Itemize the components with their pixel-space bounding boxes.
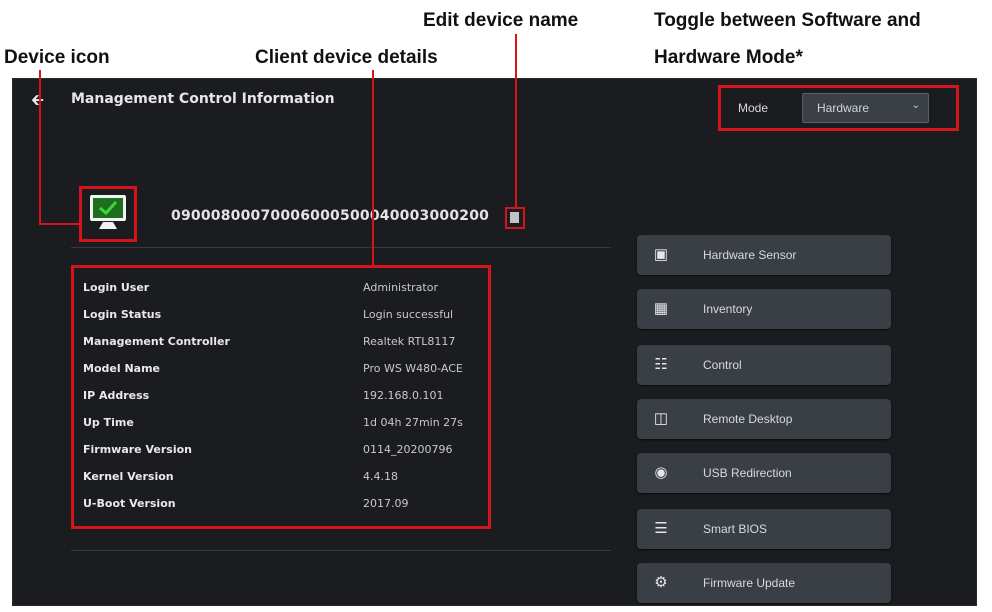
device-name: 09000800070006000500040003000200	[171, 208, 490, 224]
nav-control[interactable]: ☷ Control	[637, 345, 891, 385]
nav-hardware-sensor[interactable]: ▣ Hardware Sensor	[637, 235, 891, 275]
usb-icon: ◉	[654, 464, 668, 481]
sliders-icon: ☷	[654, 356, 668, 373]
management-screen: 🡰 Management Control Information Mode Ha…	[12, 78, 977, 606]
nav-inventory[interactable]: ▦ Inventory	[637, 289, 891, 329]
callout-edit-name: Edit device name	[423, 10, 579, 31]
nav-usb-redirection[interactable]: ◉ USB Redirection	[637, 453, 891, 493]
divider-bottom	[71, 550, 611, 551]
callout-device-icon: Device icon	[4, 47, 110, 68]
sensor-icon: ▣	[653, 246, 669, 263]
remote-desktop-icon: ◫	[653, 410, 669, 427]
list-icon: ☰	[654, 520, 668, 537]
annotation-box-device-icon	[79, 186, 137, 242]
callout-client-details: Client device details	[255, 47, 438, 68]
annotation-box-edit	[505, 207, 525, 229]
inventory-icon: ▦	[653, 300, 669, 317]
back-arrow-icon[interactable]: 🡰	[31, 89, 44, 116]
callout-toggle-mode-line2: Hardware Mode*	[654, 47, 803, 68]
leader-device-icon	[39, 70, 41, 225]
callout-toggle-mode-line1: Toggle between Software and	[654, 10, 921, 31]
annotation-box-details	[71, 265, 491, 529]
chip-icon: ⚙	[654, 574, 668, 591]
leader-device-icon-h	[39, 223, 80, 225]
divider-top	[71, 247, 611, 248]
annotation-box-mode	[718, 85, 959, 131]
page-title: Management Control Information	[71, 91, 335, 107]
leader-edit	[515, 34, 517, 208]
nav-firmware-update[interactable]: ⚙ Firmware Update	[637, 563, 891, 603]
leader-details	[372, 70, 374, 266]
nav-remote-desktop[interactable]: ◫ Remote Desktop	[637, 399, 891, 439]
nav-smart-bios[interactable]: ☰ Smart BIOS	[637, 509, 891, 549]
